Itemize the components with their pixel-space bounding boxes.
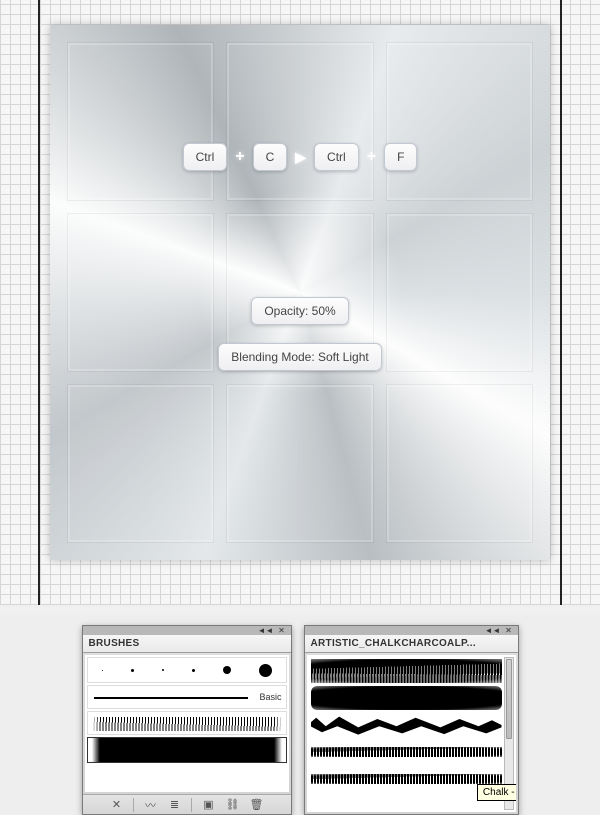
artistic-body[interactable]: Chalk - Scribble [307, 655, 516, 812]
break-link-icon[interactable]: ⛓ [225, 797, 240, 812]
texture-tile [68, 43, 213, 200]
brush-preset[interactable] [162, 669, 164, 671]
texture-tile [227, 385, 372, 542]
key-c: C [253, 143, 288, 171]
document-edge-right [560, 0, 562, 605]
brush-preset[interactable] [102, 670, 103, 671]
texture-tile [387, 43, 532, 200]
panel-title[interactable]: BRUSHES [83, 635, 291, 653]
brush-preset-row[interactable] [311, 686, 502, 710]
brush-preset-row[interactable] [311, 767, 502, 791]
brush-options-icon[interactable]: ≣ [167, 797, 182, 812]
shortcut-row: Ctrl + C ▶ Ctrl + F [50, 143, 550, 171]
plus-icon: + [367, 148, 376, 166]
workspace[interactable]: Ctrl + C ▶ Ctrl + F Opacity: 50% Blendin… [0, 0, 600, 605]
panel-title[interactable]: ARTISTIC_CHALKCHARCOALP... [305, 635, 518, 653]
collapse-panel-icon[interactable]: ◄◄ [261, 627, 271, 634]
artistic-panel[interactable]: ◄◄ ✕ ARTISTIC_CHALKCHARCOALP... Chalk - … [304, 625, 519, 815]
close-panel-icon[interactable]: ✕ [504, 627, 514, 634]
opacity-label: Opacity: 50% [251, 297, 348, 325]
plus-icon: + [235, 148, 244, 166]
chevron-right-icon: ▶ [295, 149, 306, 166]
new-brush-icon[interactable]: ▣ [201, 797, 216, 812]
panel-tabbar[interactable]: ◄◄ ✕ [305, 626, 518, 635]
document-edge-left [38, 0, 40, 605]
close-panel-icon[interactable]: ✕ [277, 627, 287, 634]
panel-tabbar[interactable]: ◄◄ ✕ [83, 626, 291, 635]
panel-footer: ✕ 〰 ≣ ▣ ⛓ 🗑 [83, 794, 291, 814]
texture-tile [68, 385, 213, 542]
delete-icon[interactable]: 🗑 [249, 797, 264, 812]
brush-stroke-thin [94, 697, 248, 699]
brush-preset-row[interactable] [311, 713, 502, 737]
key-f: F [384, 143, 417, 171]
scrollbar-thumb[interactable] [506, 659, 512, 739]
brush-preset[interactable] [259, 664, 272, 677]
brush-preset[interactable] [192, 669, 195, 672]
tooltip: Chalk - Scribble [477, 784, 516, 801]
key-ctrl: Ctrl [314, 143, 359, 171]
brushes-body[interactable]: Basic [85, 655, 289, 792]
texture-tile [387, 385, 532, 542]
brushes-panel[interactable]: ◄◄ ✕ BRUSHES Basic ✕ 〰 ≣ [82, 625, 292, 815]
brush-preset-row[interactable] [311, 659, 502, 683]
brush-stroke-row-selected[interactable] [87, 737, 287, 763]
remove-brush-icon[interactable]: ✕ [109, 797, 124, 812]
collapse-panel-icon[interactable]: ◄◄ [488, 627, 498, 634]
texture-grid [50, 25, 550, 560]
brush-stroke-row[interactable] [87, 711, 287, 735]
key-ctrl: Ctrl [183, 143, 228, 171]
brush-preset[interactable] [131, 669, 134, 672]
brush-dot-row[interactable] [87, 657, 287, 683]
brush-stroke-icon[interactable]: 〰 [143, 797, 158, 812]
basic-label: Basic [259, 692, 281, 702]
brush-preset[interactable] [223, 666, 231, 674]
artboard-canvas[interactable]: Ctrl + C ▶ Ctrl + F Opacity: 50% Blendin… [50, 25, 550, 560]
panels-area: ◄◄ ✕ BRUSHES Basic ✕ 〰 ≣ [0, 615, 600, 815]
brush-preset-row[interactable] [311, 740, 502, 764]
blending-mode-label: Blending Mode: Soft Light [218, 343, 381, 371]
texture-tile [227, 43, 372, 200]
brush-basic-row[interactable]: Basic [87, 685, 287, 709]
